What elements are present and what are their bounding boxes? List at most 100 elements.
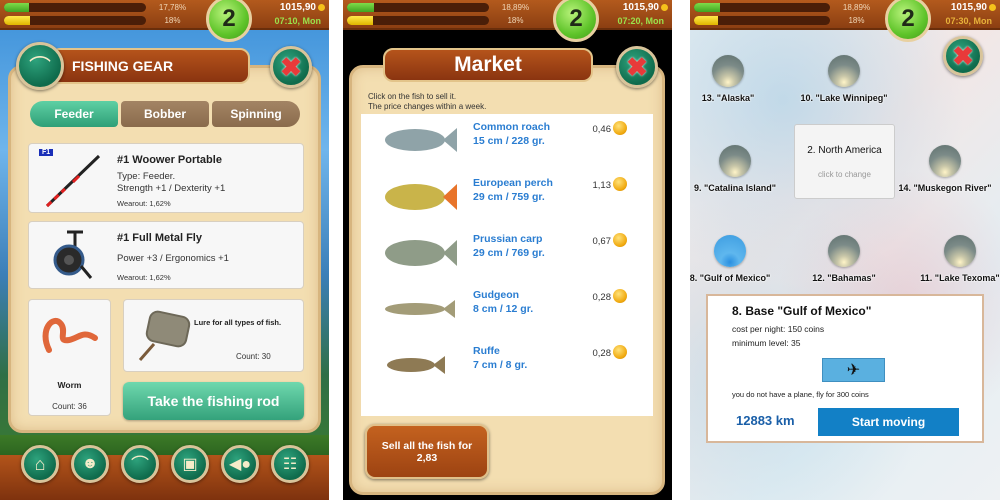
base-min-level: minimum level: 35 — [732, 338, 801, 348]
location-label: 8. "Gulf of Mexico" — [689, 273, 771, 283]
book-icon[interactable]: ☷ — [271, 445, 309, 483]
energy-fill — [4, 16, 30, 25]
plane-note: you do not have a plane, fly for 300 coi… — [732, 390, 869, 399]
market-hint-line-2: The price changes within a week. — [368, 102, 487, 111]
location-marker-icon — [828, 55, 860, 87]
close-icon: ✖ — [280, 52, 302, 82]
fish-name: Prussian carp — [473, 233, 543, 245]
coin-icon — [613, 177, 627, 191]
hud: 18,89% 18% 1015,90 07:20, Mon — [343, 0, 672, 30]
fish-size: 15 cm / 228 gr. — [473, 135, 545, 147]
coin-icon — [661, 3, 668, 11]
gear-tabs: Feeder Bobber Spinning — [30, 101, 300, 127]
close-icon: ✖ — [626, 52, 648, 82]
reel-card[interactable]: #1 Full Metal Fly Power +3 / Ergonomics … — [28, 221, 304, 289]
location-gulf-of-mexico[interactable]: 8. "Gulf of Mexico" — [675, 235, 785, 283]
fish-row[interactable]: Ruffe 7 cm / 8 gr. 0,28 — [361, 338, 653, 393]
profile-icon[interactable]: ☻ — [71, 445, 109, 483]
location-label: 12. "Bahamas" — [812, 273, 876, 283]
lure-count: Count: 30 — [236, 352, 271, 361]
experience-bar — [347, 3, 489, 12]
close-button[interactable]: ✖ — [616, 46, 658, 88]
fish-info: Ruffe 7 cm / 8 gr. — [473, 344, 527, 372]
fish-price: 0,67 — [592, 236, 612, 247]
buy-plane-button[interactable]: ✈ — [822, 358, 885, 382]
travel-distance: 12883 km — [736, 413, 795, 428]
location-marker-icon — [944, 235, 976, 267]
location-lake-texoma[interactable]: 11. "Lake Texoma" — [905, 235, 1000, 283]
energy-bar — [4, 16, 146, 25]
coin-amount: 1015,90 — [950, 2, 987, 13]
experience-percent: 18,89% — [842, 3, 871, 12]
panel-title: Market — [383, 48, 593, 82]
game-time: 07:20, Mon — [617, 16, 664, 26]
fish-list: Common roach 15 cm / 228 gr. 0,46 Europea… — [361, 114, 653, 416]
fishing-rod-badge-icon: ⌒ — [16, 42, 64, 90]
fish-row[interactable]: Gudgeon 8 cm / 12 gr. 0,28 — [361, 282, 653, 337]
bait-name: Worm — [57, 380, 82, 390]
rod-card[interactable]: F1 #1 Woower Portable Type: Feeder. Stre… — [28, 143, 304, 213]
coin-icon — [613, 121, 627, 135]
fish-size: 29 cm / 769 gr. — [473, 247, 545, 259]
fish-row[interactable]: Common roach 15 cm / 228 gr. 0,46 — [361, 114, 653, 169]
fish-price: 0,28 — [592, 348, 612, 359]
location-label: 13. "Alaska" — [701, 93, 755, 103]
location-marker-icon — [714, 235, 746, 267]
location-muskegon-river[interactable]: 14. "Muskegon River" — [890, 145, 1000, 193]
fishing-rod-icon[interactable]: ⌒ — [121, 445, 159, 483]
hud: 17,78% 18% 1015,90 07:10, Mon — [0, 0, 329, 30]
tab-spinning[interactable]: Spinning — [212, 101, 300, 127]
tab-feeder[interactable]: Feeder — [30, 101, 118, 127]
energy-percent: 18% — [848, 16, 865, 25]
close-button[interactable]: ✖ — [943, 36, 983, 76]
energy-fill — [347, 16, 373, 25]
energy-bar — [694, 16, 830, 25]
fish-info: Gudgeon 8 cm / 12 gr. — [473, 288, 533, 316]
location-label: 11. "Lake Texoma" — [920, 273, 1000, 283]
region-name: 2. North America — [807, 145, 882, 156]
sell-all-total: 2,83 — [416, 451, 438, 464]
location-alaska[interactable]: 13. "Alaska" — [673, 55, 783, 103]
close-button[interactable]: ✖ — [270, 46, 312, 88]
tab-bobber[interactable]: Bobber — [121, 101, 209, 127]
fish-row[interactable]: Prussian carp 29 cm / 769 gr. 0,67 — [361, 226, 653, 281]
fish-icon[interactable]: ◀● — [221, 445, 259, 483]
briefcase-icon[interactable]: ▣ — [171, 445, 209, 483]
game-time: 07:10, Mon — [274, 16, 321, 26]
coin-icon — [613, 289, 627, 303]
fish-info: Common roach 15 cm / 228 gr. — [473, 120, 550, 148]
fish-image — [385, 240, 457, 266]
start-moving-button[interactable]: Start moving — [818, 408, 959, 436]
location-label: 10. "Lake Winnipeg" — [800, 93, 888, 103]
lure-card[interactable]: Lure for all types of fish. Count: 30 — [123, 299, 304, 372]
fish-name: Ruffe — [473, 345, 500, 357]
reel-name: #1 Full Metal Fly — [117, 232, 202, 244]
fish-info: Prussian carp 29 cm / 769 gr. — [473, 232, 545, 260]
fish-name: Common roach — [473, 121, 551, 133]
market-screen: 18,89% 18% 1015,90 07:20, Mon 2 Market ✖… — [343, 0, 672, 500]
location-marker-icon — [712, 55, 744, 87]
fish-size: 8 cm / 12 gr. — [473, 303, 534, 315]
fish-image — [385, 184, 457, 210]
sell-all-fish-button[interactable]: Sell all the fish for 2,83 — [365, 424, 489, 479]
location-marker-icon — [929, 145, 961, 177]
coin-balance: 1015,90 — [623, 2, 668, 13]
location-bahamas[interactable]: 12. "Bahamas" — [789, 235, 899, 283]
location-catalina-island[interactable]: 9. "Catalina Island" — [680, 145, 790, 193]
worm-image — [42, 318, 98, 353]
home-icon[interactable]: ⌂ — [21, 445, 59, 483]
level-badge: 2 — [553, 0, 599, 42]
level-badge: 2 — [885, 0, 931, 42]
bait-card[interactable]: Worm Count: 36 — [28, 299, 111, 416]
base-info-panel: 8. Base "Gulf of Mexico" cost per night:… — [706, 294, 984, 443]
take-fishing-rod-button[interactable]: Take the fishing rod — [123, 382, 304, 420]
location-lake-winnipeg[interactable]: 10. "Lake Winnipeg" — [789, 55, 899, 103]
region-hint: click to change — [818, 170, 871, 179]
bait-count: Count: 36 — [52, 402, 87, 411]
fish-row[interactable]: European perch 29 cm / 759 gr. 1,13 — [361, 170, 653, 225]
location-marker-icon — [719, 145, 751, 177]
region-selector[interactable]: 2. North America click to change — [794, 124, 895, 199]
coin-icon — [318, 3, 325, 11]
fish-image — [385, 300, 455, 318]
base-title: 8. Base "Gulf of Mexico" — [732, 304, 872, 318]
